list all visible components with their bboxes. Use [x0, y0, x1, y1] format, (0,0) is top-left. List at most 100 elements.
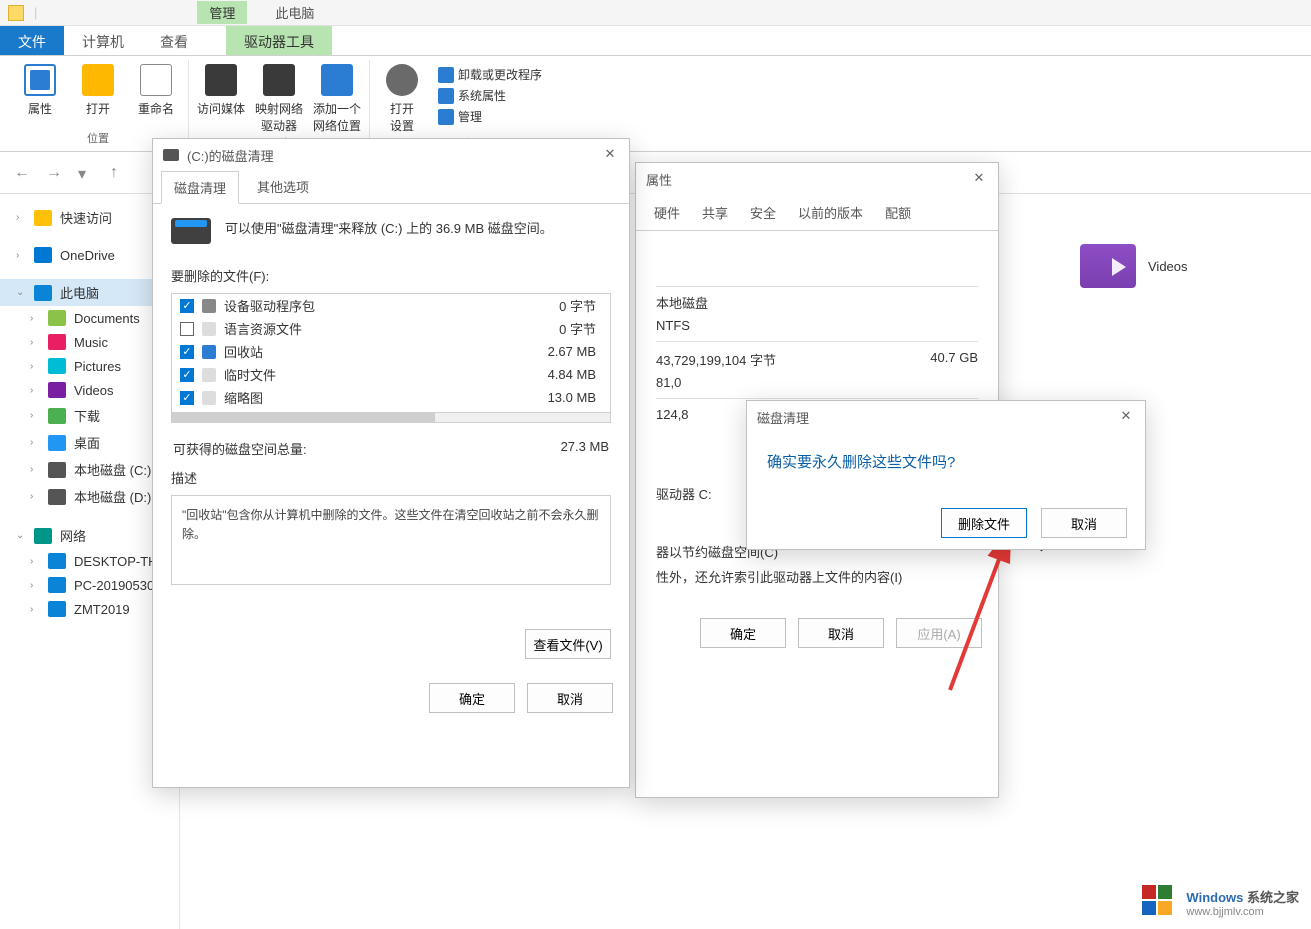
ribbon-properties-label: 属性 [28, 100, 52, 117]
checkbox-icon[interactable] [180, 322, 194, 336]
sidebar-item-label: OneDrive [60, 248, 115, 263]
watermark-url: www.bjjmlv.com [1186, 906, 1299, 918]
dc-intro: 可以使用"磁盘清理"来释放 (C:) 上的 36.9 MB 磁盘空间。 [225, 218, 611, 237]
dc-item-name: 回收站 [224, 342, 514, 361]
ribbon-access-media[interactable]: 访问媒体 [195, 60, 247, 134]
ribbon-manage[interactable]: 管理 [438, 108, 542, 125]
dc-row-thumbs[interactable]: ✓缩略图13.0 MB [172, 386, 610, 409]
nav-up[interactable]: ↑ [110, 164, 128, 182]
prop-ok-button[interactable]: 确定 [700, 618, 786, 648]
prop-drive-label: 驱动器 C: [656, 484, 712, 503]
sidebar-item-label: Videos [74, 383, 114, 398]
sidebar-item-label: ZMT2019 [74, 602, 130, 617]
dc-scrollbar[interactable] [171, 413, 611, 423]
nav-recent[interactable]: ▾ [78, 164, 96, 182]
watermark-suffix: 系统之家 [1247, 890, 1299, 905]
file-icon [202, 322, 216, 336]
sidebar-item-label: 快速访问 [60, 208, 112, 227]
ribbon-open-label: 打开 [86, 100, 110, 117]
dc-file-list[interactable]: ✓设备驱动程序包0 字节 语言资源文件0 字节 ✓回收站2.67 MB ✓临时文… [171, 293, 611, 413]
checkbox-icon[interactable]: ✓ [180, 345, 194, 359]
separator-icon: | [34, 5, 37, 20]
ribbon-group-location-label: 位置 [87, 129, 109, 147]
dc-item-name: 临时文件 [224, 365, 514, 384]
title-breadcrumb: 此电脑 [275, 3, 314, 22]
ribbon-sys-props-label: 系统属性 [458, 87, 506, 104]
dc-item-name: 语言资源文件 [224, 319, 514, 338]
dc-item-size: 4.84 MB [522, 367, 602, 382]
sidebar-item-label: DESKTOP-TH [74, 554, 158, 569]
prop-type-value: 本地磁盘 [656, 293, 708, 312]
properties-title: 属性 [646, 170, 672, 189]
properties-close-icon[interactable]: ✕ [970, 170, 988, 188]
prop-tab-sharing[interactable]: 共享 [696, 195, 734, 230]
dc-desc-label: 描述 [171, 468, 611, 487]
prop-tab-prev[interactable]: 以前的版本 [792, 195, 869, 230]
file-icon [202, 368, 216, 382]
ribbon-open-settings-label: 打开 设置 [390, 100, 414, 134]
folder-icon [8, 5, 24, 21]
confirm-delete-button[interactable]: 删除文件 [941, 508, 1027, 538]
ribbon-properties[interactable]: 属性 [14, 60, 66, 129]
ribbon-access-media-label: 访问媒体 [197, 100, 245, 117]
nav-back[interactable]: ← [14, 164, 32, 182]
ribbon-manage-label: 管理 [458, 108, 482, 125]
confirm-cancel-button[interactable]: 取消 [1041, 508, 1127, 538]
sidebar-item-label: Pictures [74, 359, 121, 374]
tab-view[interactable]: 查看 [142, 26, 206, 55]
dc-row-recycle[interactable]: ✓回收站2.67 MB [172, 340, 610, 363]
dc-view-files-button[interactable]: 查看文件(V) [525, 629, 611, 659]
sidebar-item-label: 桌面 [74, 433, 100, 452]
dc-row-drivers[interactable]: ✓设备驱动程序包0 字节 [172, 294, 610, 317]
disk-cleanup-dialog: (C:)的磁盘清理 ✕ 磁盘清理 其他选项 可以使用"磁盘清理"来释放 (C:)… [152, 138, 630, 788]
dc-row-temp[interactable]: ✓ 临时文件 4.84 MB [172, 363, 610, 386]
sidebar-item-label: Music [74, 335, 108, 350]
dc-tab-other[interactable]: 其他选项 [245, 171, 321, 203]
dc-total-value: 27.3 MB [561, 439, 609, 458]
nav-forward[interactable]: → [46, 164, 64, 182]
tab-drive-tools[interactable]: 驱动器工具 [226, 26, 332, 55]
dc-desc-text: "回收站"包含你从计算机中删除的文件。这些文件在清空回收站之前不会永久删除。 [171, 495, 611, 585]
ribbon-map-drive[interactable]: 映射网络 驱动器 [253, 60, 305, 134]
file-icon [202, 345, 216, 359]
videos-folder-label[interactable]: Videos [1148, 259, 1188, 274]
dc-row-lang[interactable]: 语言资源文件 0 字节 [172, 317, 610, 340]
tab-computer[interactable]: 计算机 [64, 26, 142, 55]
videos-folder-icon[interactable] [1080, 244, 1136, 288]
dc-item-size: 0 字节 [522, 319, 602, 338]
prop-apply-button[interactable]: 应用(A) [896, 618, 982, 648]
checkbox-icon[interactable]: ✓ [180, 299, 194, 313]
dc-cancel-button[interactable]: 取消 [527, 683, 613, 713]
ribbon-rename-label: 重命名 [138, 100, 174, 117]
checkbox-icon[interactable]: ✓ [180, 368, 194, 382]
ribbon-add-location-label: 添加一个 网络位置 [313, 100, 361, 134]
ribbon-uninstall[interactable]: 卸载或更改程序 [438, 66, 542, 83]
dc-tab-cleanup[interactable]: 磁盘清理 [161, 171, 239, 204]
prop-tab-hardware[interactable]: 硬件 [648, 195, 686, 230]
ribbon-add-location[interactable]: 添加一个 网络位置 [311, 60, 363, 134]
dc-drive-icon [171, 218, 211, 244]
file-icon [202, 391, 216, 405]
ribbon-open[interactable]: 打开 [72, 60, 124, 129]
prop-tab-quota[interactable]: 配额 [879, 195, 917, 230]
disk-cleanup-close-icon[interactable]: ✕ [601, 146, 619, 164]
prop-index: 性外，还允许索引此驱动器上文件的内容(I) [656, 567, 902, 586]
ribbon-uninstall-label: 卸载或更改程序 [458, 66, 542, 83]
prop-cancel-button[interactable]: 取消 [798, 618, 884, 648]
windows-logo-icon [1142, 885, 1176, 919]
prop-tab-security[interactable]: 安全 [744, 195, 782, 230]
drive-icon [163, 149, 179, 161]
prop-free-prefix: 81,0 [656, 375, 681, 390]
ribbon-rename[interactable]: 重命名 [130, 60, 182, 129]
ribbon-open-settings[interactable]: 打开 设置 [376, 60, 428, 134]
tab-file[interactable]: 文件 [0, 26, 64, 55]
dc-total-label: 可获得的磁盘空间总量: [173, 439, 307, 458]
dc-files-to-delete-label: 要删除的文件(F): [171, 266, 611, 285]
checkbox-icon[interactable]: ✓ [180, 391, 194, 405]
dc-ok-button[interactable]: 确定 [429, 683, 515, 713]
ribbon-sys-props[interactable]: 系统属性 [438, 87, 542, 104]
watermark-brand: Windows [1186, 890, 1243, 905]
ribbon-map-drive-label: 映射网络 驱动器 [255, 100, 303, 134]
confirm-close-icon[interactable]: ✕ [1117, 408, 1135, 426]
sidebar-item-label: 本地磁盘 (D:) [74, 487, 151, 506]
